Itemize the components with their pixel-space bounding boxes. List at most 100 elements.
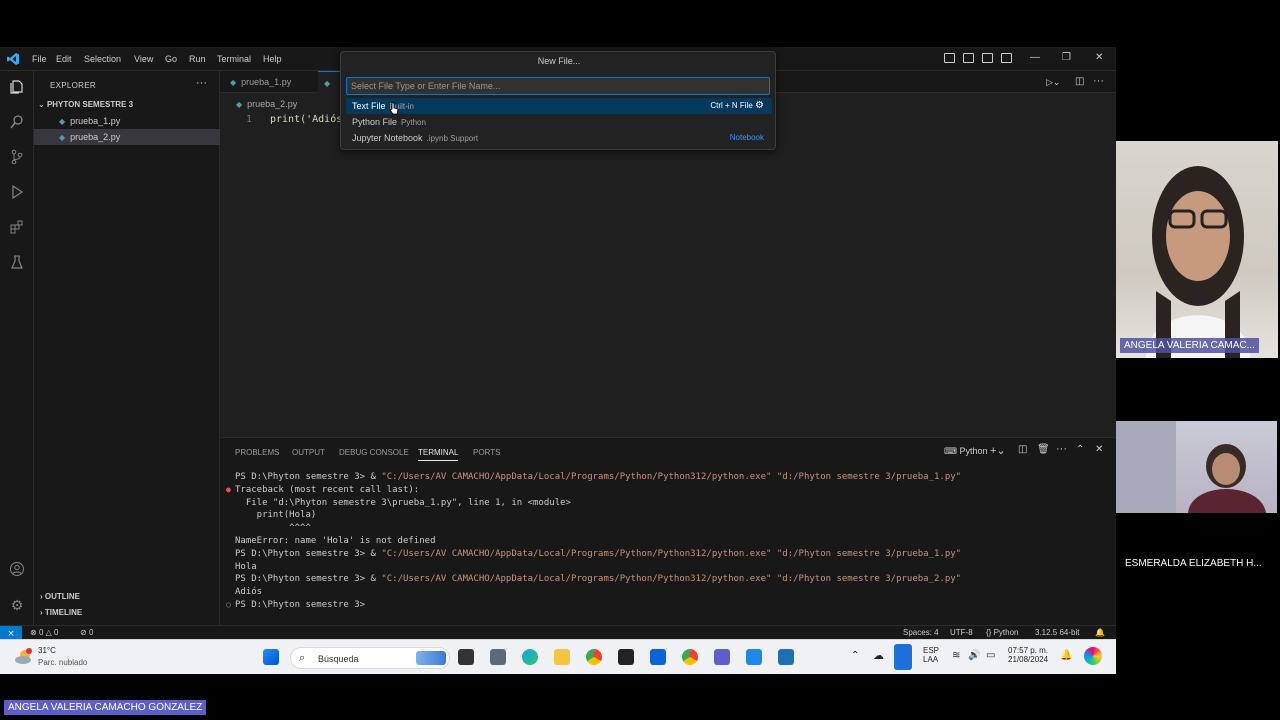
search-icon[interactable] (8, 114, 26, 132)
menu-go[interactable]: Go (165, 54, 177, 64)
explorer-header: EXPLORER (50, 81, 96, 90)
braces-icon: {} (986, 628, 992, 637)
wifi-icon[interactable]: ≋ (952, 650, 960, 661)
split-editor-icon[interactable]: ◫ (1075, 76, 1084, 87)
restore-icon[interactable]: ❐ (1062, 52, 1071, 63)
language-status[interactable]: {} Python (986, 628, 1018, 637)
app-icon[interactable] (746, 649, 762, 665)
error-decoration-icon[interactable]: ● (226, 485, 231, 494)
new-terminal-icon[interactable]: +⌄ (990, 444, 1006, 457)
tab-terminal[interactable]: TERMINAL (418, 448, 459, 461)
tab-debug-console[interactable]: DEBUG CONSOLE (339, 448, 409, 457)
more-actions-icon[interactable]: ··· (196, 77, 207, 89)
volume-icon[interactable]: 🔊 (968, 650, 980, 661)
participant-1-video-icon (1146, 166, 1250, 358)
encoding-status[interactable]: UTF-8 (950, 628, 973, 637)
quick-pick-item-python-file[interactable]: Python File Python (346, 114, 772, 130)
breadcrumb[interactable]: ◆ prueba_2.py (236, 99, 297, 109)
weather-desc: Parc. nublado (38, 658, 88, 667)
toggle-panel-icon[interactable] (963, 53, 974, 63)
terminal-text: print(Hola) (235, 510, 317, 521)
command-decoration-icon[interactable]: ○ (226, 600, 231, 609)
windows-start-icon[interactable] (263, 649, 279, 665)
file-item-prueba-2[interactable]: ◆ prueba_2.py (34, 129, 220, 145)
editor-more-actions-icon[interactable]: ··· (1093, 75, 1104, 87)
accounts-icon[interactable] (8, 561, 26, 579)
interpreter-status[interactable]: 3.12.5 64-bit (1035, 628, 1079, 637)
run-python-file-icon[interactable]: ▷⌄ (1046, 77, 1060, 88)
sticky-notes-icon[interactable] (618, 649, 634, 665)
indentation-status[interactable]: Spaces: 4 (903, 628, 939, 637)
participant-2-name: ESMERALDA ELIZABETH H... (1125, 558, 1262, 569)
panel-more-icon[interactable]: ··· (1056, 443, 1067, 455)
show-hidden-icons-chevron-icon[interactable]: ⌃ (851, 650, 859, 661)
menu-view[interactable]: View (134, 54, 153, 64)
tab-output[interactable]: OUTPUT (292, 448, 325, 457)
language-indicator[interactable]: ESP LAA (923, 646, 939, 664)
battery-icon[interactable]: ▭ (986, 650, 995, 661)
chrome-browser-icon[interactable] (586, 649, 602, 665)
cloud-sync-icon[interactable]: ☁ (873, 649, 884, 662)
mail-icon[interactable] (650, 649, 666, 665)
remote-icon[interactable]: ⨯ (0, 626, 22, 640)
notification-icon[interactable]: 🔔 (1060, 650, 1072, 661)
customize-layout-icon[interactable] (1001, 53, 1012, 63)
notifications-bell-icon[interactable]: 🔔 (1095, 628, 1105, 637)
vscode-taskbar-icon[interactable] (778, 649, 794, 665)
file-item-prueba-1[interactable]: ◆ prueba_1.py (34, 113, 220, 129)
toggle-secondary-sidebar-icon[interactable] (982, 53, 993, 63)
status-bar: ⨯ ⊗ 0 △ 0 ⊘ 0 Spaces: 4 UTF-8 {} Python … (0, 625, 1116, 640)
menu-file[interactable]: File (32, 54, 47, 64)
terminal-line: PS D:\Phyton semestre 3> & "C:/Users/AV … (235, 549, 961, 559)
tab-problems[interactable]: PROBLEMS (235, 448, 279, 457)
taskbar-search[interactable]: ⌕ Búsqueda (290, 647, 450, 669)
terminal-prompt: PS D:\Phyton semestre 3> & (235, 548, 382, 559)
terminal-command-path: "C:/Users/AV CAMACHO/AppData/Local/Progr… (381, 472, 962, 482)
quick-pick-item-text-file[interactable]: Text File Built-in Ctrl + N File ⚙ (346, 98, 772, 114)
chrome-profile-icon[interactable] (682, 649, 698, 665)
tab-prueba-1[interactable]: ◆ prueba_1.py (220, 71, 301, 93)
run-debug-icon[interactable] (8, 184, 26, 202)
close-window-icon[interactable]: ✕ (1095, 52, 1103, 63)
settings-gear-icon[interactable]: ⚙ (8, 596, 26, 614)
terminal-line: Adiós (235, 587, 262, 597)
menu-run[interactable]: Run (189, 54, 206, 64)
tab-ports[interactable]: PORTS (473, 448, 500, 457)
kill-terminal-icon[interactable]: 🗑 (1037, 444, 1050, 455)
explorer-icon[interactable] (8, 79, 26, 97)
outline-section[interactable]: › OUTLINE (40, 592, 80, 601)
clock[interactable]: 07:57 p. m. 21/08/2024 (1008, 646, 1048, 664)
menu-edit[interactable]: Edit (56, 54, 72, 64)
microphone-icon[interactable] (894, 644, 912, 670)
menu-help[interactable]: Help (263, 54, 282, 64)
teams-icon[interactable] (714, 649, 730, 665)
menu-terminal[interactable]: Terminal (217, 54, 251, 64)
testing-icon[interactable] (8, 254, 26, 272)
task-view-icon[interactable] (458, 649, 474, 665)
tab-prueba-2[interactable]: ◆ (318, 71, 340, 93)
timeline-section[interactable]: › TIMELINE (40, 608, 82, 617)
edge-browser-icon[interactable] (522, 649, 538, 665)
problems-status[interactable]: ⊗ 0 △ 0 (30, 628, 58, 637)
terminal-line: ^^^^ (235, 523, 311, 533)
code-line[interactable]: print('Adiós (270, 114, 342, 125)
minimize-icon[interactable]: — (1030, 52, 1040, 63)
toggle-sidebar-icon[interactable] (944, 53, 955, 63)
settings-app-icon[interactable] (490, 649, 506, 665)
ports-status[interactable]: ⊘ 0 (80, 628, 93, 637)
close-panel-icon[interactable]: ✕ (1095, 444, 1103, 455)
extensions-icon[interactable] (8, 219, 26, 237)
gear-icon[interactable]: ⚙ (755, 100, 764, 111)
file-explorer-icon[interactable] (554, 649, 570, 665)
terminal-command-path: "C:/Users/AV CAMACHO/AppData/Local/Progr… (381, 574, 962, 585)
source-control-icon[interactable] (8, 149, 26, 167)
menu-selection[interactable]: Selection (84, 54, 121, 64)
terminal-shell-selector[interactable]: ⌨ Python (944, 446, 988, 457)
quick-pick-item-jupyter-notebook[interactable]: Jupyter Notebook .ipynb Support Notebook (346, 130, 772, 146)
file-type-input[interactable] (346, 77, 770, 95)
broadcast-icon: ⊘ (80, 628, 87, 637)
copilot-icon[interactable] (1084, 647, 1102, 665)
maximize-panel-icon[interactable]: ⌃ (1076, 444, 1084, 455)
workspace-folder[interactable]: ⌄ PHYTON SEMESTRE 3 (38, 100, 133, 109)
split-terminal-icon[interactable]: ◫ (1018, 444, 1027, 455)
